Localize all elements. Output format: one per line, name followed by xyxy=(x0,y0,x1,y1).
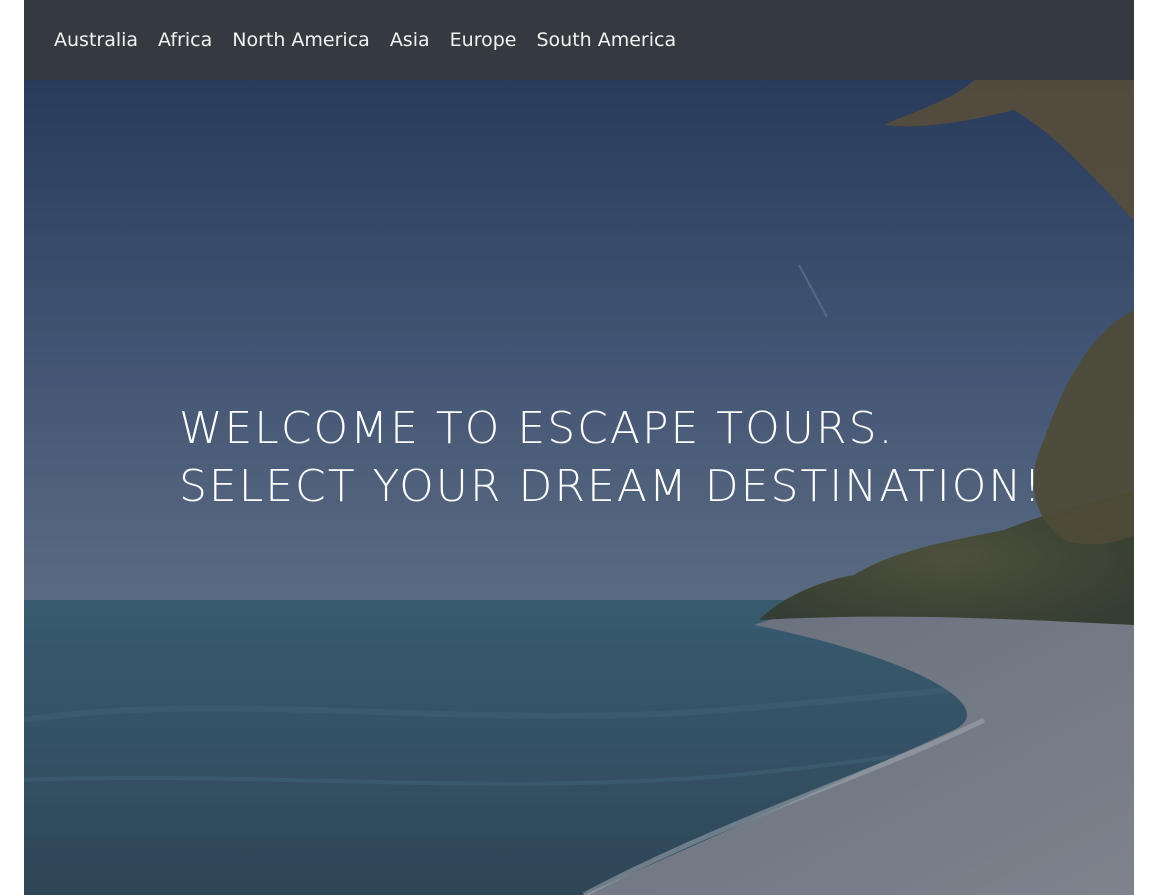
top-navbar: Australia Africa North America Asia Euro… xyxy=(24,0,1134,80)
hero-headline: WELCOME TO ESCAPE TOURS. SELECT YOUR DRE… xyxy=(179,400,1043,516)
nav-link-australia[interactable]: Australia xyxy=(44,29,148,51)
nav-item-asia: Asia xyxy=(380,27,440,53)
nav-link-south-america[interactable]: South America xyxy=(526,29,686,51)
page: Australia Africa North America Asia Euro… xyxy=(24,0,1134,895)
nav-item-europe: Europe xyxy=(440,27,527,53)
nav-link-africa[interactable]: Africa xyxy=(148,29,222,51)
nav-item-australia: Australia xyxy=(44,27,148,53)
hero-banner: WELCOME TO ESCAPE TOURS. SELECT YOUR DRE… xyxy=(24,80,1134,895)
nav-link-europe[interactable]: Europe xyxy=(440,29,527,51)
nav-menu: Australia Africa North America Asia Euro… xyxy=(24,27,686,53)
nav-link-asia[interactable]: Asia xyxy=(380,29,440,51)
nav-item-north-america: North America xyxy=(222,27,380,53)
hero-headline-line-2: SELECT YOUR DREAM DESTINATION! xyxy=(179,461,1043,512)
hero-headline-line-1: WELCOME TO ESCAPE TOURS. xyxy=(179,403,895,454)
nav-item-africa: Africa xyxy=(148,27,222,53)
nav-link-north-america[interactable]: North America xyxy=(222,29,380,51)
nav-item-south-america: South America xyxy=(526,27,686,53)
